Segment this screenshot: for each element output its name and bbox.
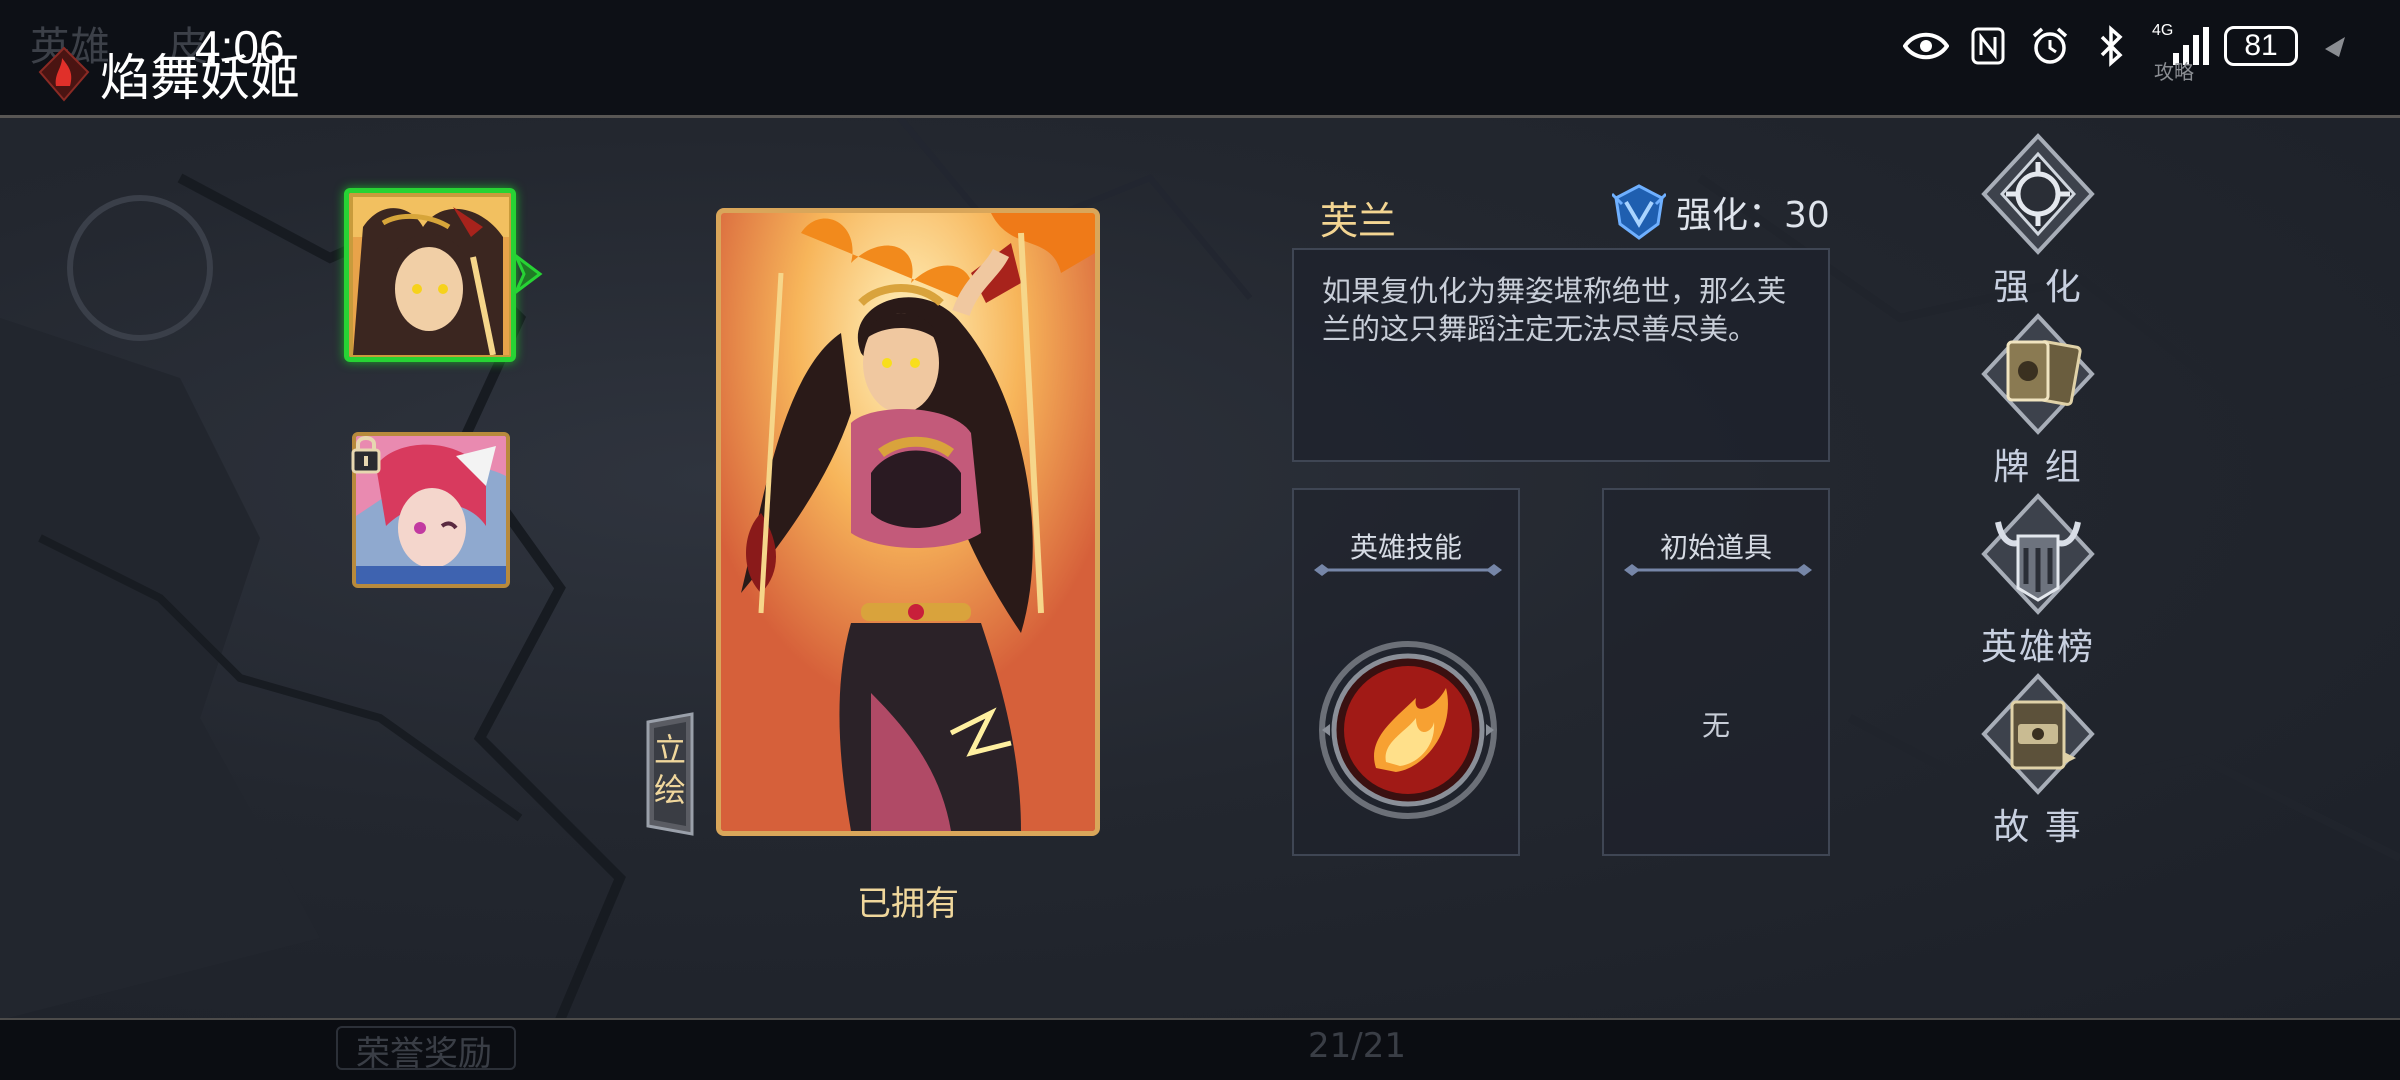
item-value: 无 [1701,709,1730,742]
page-title: 焰舞妖姬 [100,49,300,107]
alarm-icon [2026,22,2074,70]
hero-name: 芙兰 [1320,199,1397,243]
fire-dancer-portrait [349,193,511,357]
hero-ranking-icon [1981,493,2095,615]
skill-header: 英雄技能 [1349,531,1462,564]
menu-deck-label: 牌 组 [1993,447,2083,488]
battery-indicator: 81 [2224,26,2298,66]
menu-story-button[interactable]: 故 事 [1968,672,2108,850]
menu-ranking-label: 英雄榜 [1980,627,2095,668]
fire-skill-icon[interactable] [1316,638,1500,822]
menu-enhance-button[interactable]: 强 化 [1968,132,2108,310]
network-type-label: 4G [2152,22,2174,39]
honor-reward-button[interactable]: 荣誉奖励 [356,1026,492,1075]
enhance-icon [1981,133,2095,255]
page-counter: 21/21 [1308,1026,1406,1066]
portrait-tab[interactable]: 立绘 [640,730,700,810]
ownership-status: 已拥有 [857,884,959,924]
menu-deck-button[interactable]: 牌 组 [1968,312,2108,490]
eye-icon [1902,22,1950,70]
enhance-level: 强化：30 [1612,184,1830,240]
hero-skill-panel: 英雄技能 [1292,488,1520,856]
hero-description: 如果复仇化为舞姿堪称绝世，那么芙兰的这只舞蹈注定无法尽善尽美。 [1292,248,1830,462]
lock-icon [351,436,381,474]
skill-divider [1314,564,1502,576]
back-title[interactable]: 焰舞妖姬 [36,44,300,107]
item-divider [1624,564,1812,576]
deck-icon [1981,313,2095,435]
menu-enhance-label: 强 化 [1993,267,2083,308]
enhance-label: 强化：30 [1676,195,1830,236]
selection-arrow-icon [514,254,543,294]
hero-illustration [721,213,1095,831]
menu-story-label: 故 事 [1993,807,2083,848]
guide-hint[interactable]: 攻略 [2154,56,2194,85]
charging-icon [2312,22,2360,70]
top-divider [0,115,2400,118]
hero-portrait-card[interactable] [716,208,1100,836]
starting-item-panel: 初始道具 无 [1602,488,1830,856]
portrait-tab-label: 立绘 [653,731,686,809]
nfc-icon [1964,22,2012,70]
menu-ranking-button[interactable]: 英雄榜 [1968,492,2108,670]
item-header: 初始道具 [1659,531,1772,564]
hero-thumb-selected[interactable] [344,188,516,362]
back-emblem-icon [38,46,90,102]
enhance-crest-icon [1612,184,1666,240]
story-icon [1981,673,2095,795]
bluetooth-icon [2088,22,2136,70]
status-bar: 4G 81 [1902,22,2360,70]
hero-description-text: 如果复仇化为舞姿堪称绝世，那么芙兰的这只舞蹈注定无法尽善尽美。 [1322,274,1787,346]
